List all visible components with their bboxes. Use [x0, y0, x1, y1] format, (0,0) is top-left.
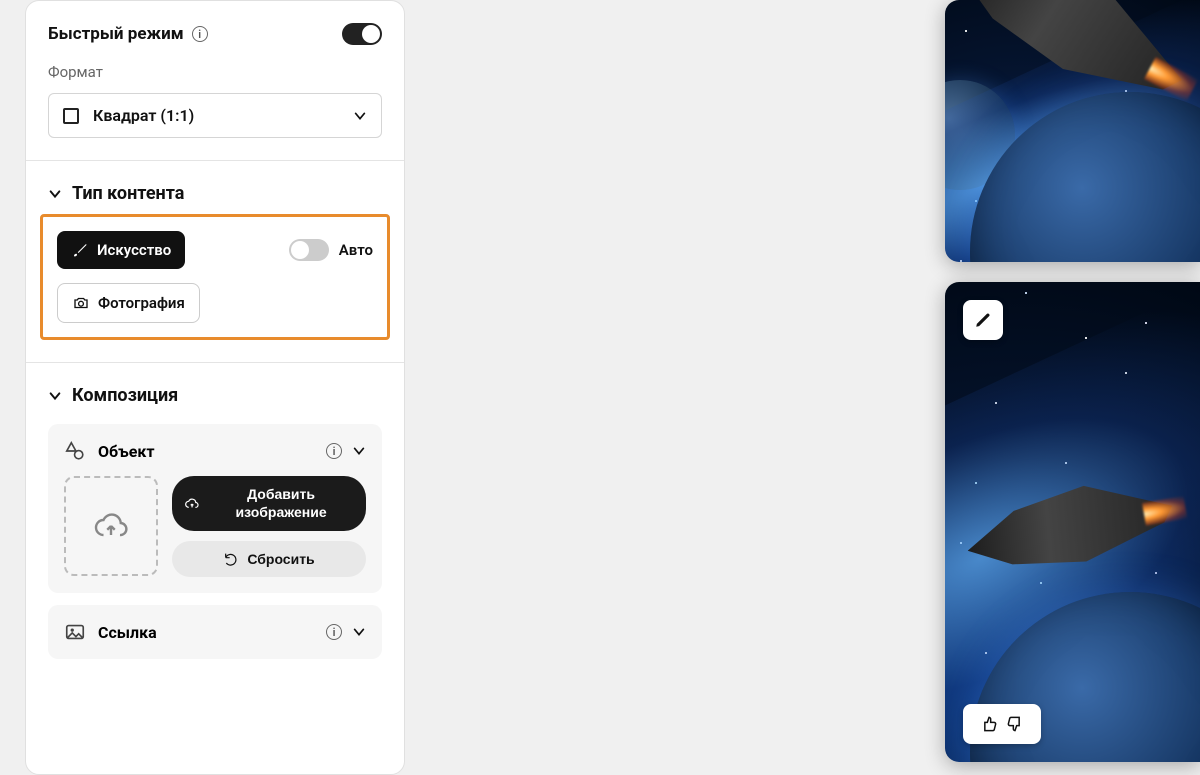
reset-label: Сбросить — [247, 551, 314, 567]
composition-header[interactable]: Композиция — [48, 385, 382, 406]
object-label: Объект — [98, 442, 155, 461]
fast-mode-row: Быстрый режим i — [48, 23, 382, 45]
reference-box: Ссылка i — [48, 605, 382, 659]
info-icon[interactable]: i — [326, 443, 342, 459]
reference-label: Ссылка — [98, 623, 157, 642]
vote-buttons — [963, 704, 1041, 744]
thumbs-down-icon[interactable] — [1005, 714, 1025, 734]
shapes-icon — [64, 440, 86, 462]
fast-mode-toggle[interactable] — [342, 23, 382, 45]
fast-mode-label: Быстрый режим i — [48, 24, 208, 44]
camera-icon — [72, 294, 90, 312]
reset-button[interactable]: Сбросить — [172, 541, 366, 577]
auto-toggle-group: Авто — [289, 239, 373, 261]
auto-toggle[interactable] — [289, 239, 329, 261]
divider — [26, 160, 404, 161]
thumbs-up-icon[interactable] — [979, 714, 999, 734]
content-type-header[interactable]: Тип контента — [48, 183, 382, 204]
reset-icon — [223, 551, 239, 567]
format-value: Квадрат (1:1) — [93, 106, 194, 125]
pencil-icon — [974, 311, 992, 329]
chevron-down-icon[interactable] — [352, 444, 366, 458]
object-box: Объект i Добавить изображение Сбросить — [48, 424, 382, 593]
image-icon — [64, 621, 86, 643]
add-image-button[interactable]: Добавить изображение — [172, 476, 366, 531]
upload-cloud-icon — [93, 508, 129, 544]
square-icon — [63, 108, 79, 124]
chevron-down-icon — [48, 389, 62, 403]
fast-mode-text: Быстрый режим — [48, 24, 184, 44]
content-type-title: Тип контента — [72, 183, 184, 204]
brush-icon — [71, 241, 89, 259]
art-chip[interactable]: Искусство — [57, 231, 185, 269]
info-icon[interactable]: i — [192, 26, 208, 42]
divider — [26, 362, 404, 363]
art-label: Искусство — [97, 241, 171, 259]
chevron-down-icon[interactable] — [352, 625, 366, 639]
upload-cloud-icon — [184, 495, 200, 513]
chevron-down-icon — [48, 187, 62, 201]
chevron-down-icon — [353, 109, 367, 123]
composition-title: Композиция — [72, 385, 178, 406]
settings-panel: Быстрый режим i Формат Квадрат (1:1) Тип… — [25, 0, 405, 775]
format-select[interactable]: Квадрат (1:1) — [48, 93, 382, 138]
result-image-1[interactable] — [945, 0, 1200, 262]
result-image-2[interactable] — [945, 282, 1200, 762]
photo-label: Фотография — [98, 294, 185, 312]
format-section-label: Формат — [48, 63, 382, 81]
edit-button[interactable] — [963, 300, 1003, 340]
add-image-label: Добавить изображение — [208, 486, 354, 521]
photo-chip[interactable]: Фотография — [57, 283, 200, 323]
info-icon[interactable]: i — [326, 624, 342, 640]
upload-dropzone[interactable] — [64, 476, 158, 576]
content-type-highlight: Искусство Авто Фотография — [40, 214, 390, 340]
auto-label: Авто — [339, 241, 373, 259]
